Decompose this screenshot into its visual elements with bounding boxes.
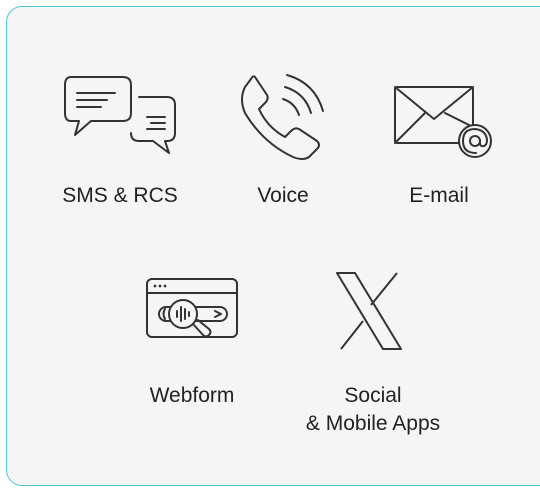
phone-icon <box>233 69 329 165</box>
social-label-line1: Social <box>344 384 402 407</box>
webform-label: Webform <box>149 384 235 407</box>
webform-icon <box>143 275 243 355</box>
email-icon <box>391 83 501 163</box>
voice-label: Voice <box>257 184 309 207</box>
chat-bubbles-icon <box>61 73 181 163</box>
channels-card: SMS & RCS Voice E-mail Webform Social & … <box>6 6 540 486</box>
sms-rcs-label: SMS & RCS <box>62 184 178 207</box>
social-label-line2: & Mobile Apps <box>305 412 441 435</box>
email-label: E-mail <box>409 184 469 207</box>
x-logo-icon <box>331 269 407 353</box>
